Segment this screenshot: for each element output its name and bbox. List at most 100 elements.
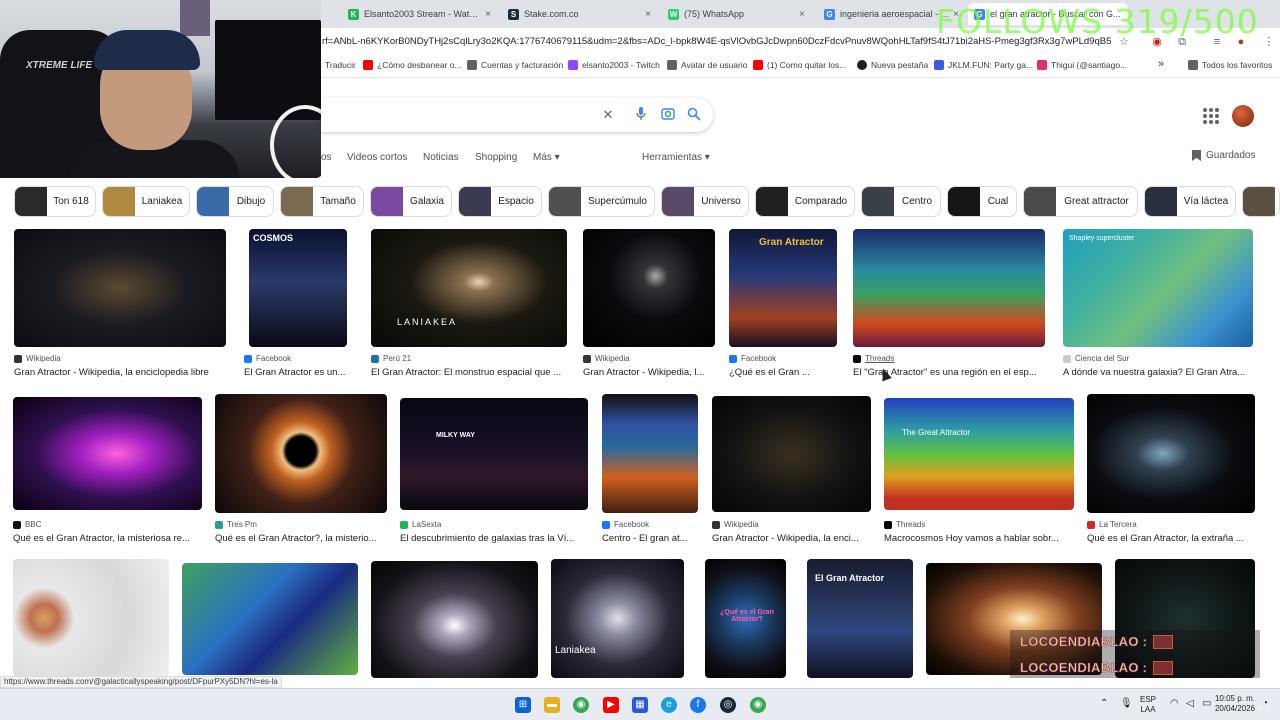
- result-title[interactable]: A dónde va nuestra galaxia? El Gran Atra…: [1063, 367, 1255, 378]
- store-icon[interactable]: ▦: [632, 697, 648, 713]
- tab-close-icon[interactable]: ×: [642, 9, 654, 20]
- result-title[interactable]: Qué es el Gran Atractor, la misteriosa r…: [13, 533, 201, 544]
- browser-tab[interactable]: W (75) WhatsApp ×: [662, 3, 814, 25]
- result-image[interactable]: [182, 563, 358, 675]
- tab-shopping[interactable]: Shopping: [475, 152, 517, 163]
- clock[interactable]: 10:05 p. m. 20/04/2026: [1210, 694, 1260, 714]
- chip[interactable]: Tamaño: [280, 186, 364, 217]
- result-title[interactable]: El Gran Atractor: El monstruo espacial q…: [371, 367, 569, 378]
- result-image[interactable]: MILKY WAY: [400, 398, 588, 510]
- result-title[interactable]: Gran Atractor - Wikipedia, la enci...: [712, 533, 868, 544]
- chip[interactable]: Galaxia: [370, 186, 452, 217]
- search-icon[interactable]: [686, 107, 702, 123]
- chip[interactable]: Centro: [861, 186, 941, 217]
- result-image[interactable]: [853, 229, 1045, 347]
- result-image[interactable]: [712, 396, 871, 512]
- result-title[interactable]: El Gran Atractor es un...: [244, 367, 354, 378]
- result-source[interactable]: Facebook: [244, 354, 291, 363]
- result-source[interactable]: Wikipedia: [14, 354, 61, 363]
- windows-start-icon[interactable]: ⊞: [515, 697, 531, 713]
- voice-search-icon[interactable]: [633, 107, 649, 123]
- result-source[interactable]: Facebook: [729, 354, 776, 363]
- result-image[interactable]: [215, 394, 387, 513]
- result-image[interactable]: Laniakea: [551, 559, 684, 678]
- tab-close-icon[interactable]: ×: [482, 9, 494, 20]
- result-image[interactable]: Gran Atractor: [729, 229, 837, 347]
- bookmark-item[interactable]: Avatar de usuario: [667, 60, 747, 70]
- chip[interactable]: Vía láctea: [1144, 186, 1236, 217]
- chip[interactable]: Ton 618: [14, 186, 96, 217]
- result-source[interactable]: Wikipedia: [712, 520, 759, 529]
- facebook-icon[interactable]: f: [690, 697, 706, 713]
- result-source[interactable]: BBC: [13, 520, 41, 529]
- avatar[interactable]: [1232, 105, 1254, 127]
- tab-more[interactable]: Más ▾: [533, 152, 560, 163]
- tab-news[interactable]: Noticias: [423, 152, 459, 163]
- result-image[interactable]: LANIAKEA: [371, 229, 567, 347]
- file-explorer-icon[interactable]: ▬: [544, 697, 560, 713]
- result-source[interactable]: Ciencia del Sur: [1063, 354, 1129, 363]
- lens-search-icon[interactable]: [660, 107, 676, 123]
- mic-tray-icon[interactable]: 🎙: [1120, 699, 1133, 709]
- result-title[interactable]: ¿Qué es el Gran ...: [729, 367, 839, 378]
- tab-short-videos[interactable]: Videos cortos: [347, 152, 407, 163]
- bookmark-item[interactable]: Nueva pestaña: [857, 60, 928, 70]
- browser-tab[interactable]: S Stake.com.co ×: [502, 3, 660, 25]
- tab-close-icon[interactable]: ×: [796, 9, 808, 20]
- bookmark-item[interactable]: JKLM.FUN: Party ga...: [934, 60, 1033, 70]
- youtube-icon[interactable]: ▶: [603, 697, 619, 713]
- result-source[interactable]: LaSexta: [400, 520, 441, 529]
- steam-icon[interactable]: ◎: [720, 697, 736, 713]
- result-title[interactable]: Centro - El gran at...: [602, 533, 700, 544]
- result-title[interactable]: Qué es el Gran Atractor, la extraña ...: [1087, 533, 1255, 544]
- result-image[interactable]: The Great Attractor: [884, 398, 1074, 510]
- bookmark-item[interactable]: Cuentas y facturación: [467, 60, 563, 70]
- result-title[interactable]: El descubrimiento de galaxias tras la Ví…: [400, 533, 588, 544]
- bookmark-item[interactable]: elsanto2003 - Twitch: [568, 60, 660, 70]
- chip[interactable]: Comparado: [755, 186, 855, 217]
- bookmark-item[interactable]: Todos los favoritos: [1188, 60, 1272, 70]
- chevron-up-icon[interactable]: ⌃: [1100, 699, 1108, 709]
- tools-button[interactable]: Herramientas ▾: [642, 152, 710, 163]
- result-image[interactable]: [14, 229, 226, 347]
- result-image[interactable]: El Gran Atractor: [807, 559, 913, 678]
- bookmark-item[interactable]: ¿Cómo desbanear o...: [363, 60, 462, 70]
- chip[interactable]: Great attractor: [1023, 186, 1138, 217]
- result-image[interactable]: [13, 559, 169, 677]
- result-image[interactable]: [1087, 394, 1255, 513]
- chip[interactable]: Cual: [947, 186, 1017, 217]
- result-image[interactable]: [583, 229, 715, 347]
- result-title[interactable]: Qué es el Gran Atractor?, la misterio...: [215, 533, 385, 544]
- edge-icon[interactable]: e: [661, 697, 677, 713]
- result-source[interactable]: La Tercera: [1087, 520, 1137, 529]
- result-title[interactable]: Macrocosmos Hoy vamos a hablar sobr...: [884, 533, 1072, 544]
- bookmark-item[interactable]: Thigui (@santiago...: [1037, 60, 1127, 70]
- result-image[interactable]: [602, 394, 698, 513]
- chip[interactable]: Universo: [661, 186, 749, 217]
- saved-button[interactable]: Guardados: [1192, 150, 1255, 161]
- chrome-icon[interactable]: ◉: [750, 697, 766, 713]
- result-source[interactable]: Tres Pm: [215, 520, 257, 529]
- bookmark-item[interactable]: (1) Como quitar los...: [753, 60, 846, 70]
- result-image[interactable]: [13, 397, 202, 510]
- speaker-icon[interactable]: ◁: [1186, 699, 1194, 709]
- clear-icon[interactable]: ✕: [600, 107, 616, 123]
- wifi-icon[interactable]: ◠: [1170, 699, 1179, 709]
- chrome-icon[interactable]: ◉: [573, 697, 589, 713]
- result-title[interactable]: Gran Atractor - Wikipedia, l...: [583, 367, 711, 378]
- browser-tab[interactable]: K Elsanto2003 Stream - Watch Li... ×: [342, 3, 500, 25]
- tab-all[interactable]: os: [321, 152, 332, 163]
- notification-bell-icon[interactable]: ◔: [1262, 699, 1268, 709]
- search-input[interactable]: ✕: [321, 98, 713, 132]
- result-source[interactable]: Threads: [853, 354, 894, 363]
- chip[interactable]: [1242, 186, 1280, 217]
- menu-icon[interactable]: ⋮: [1262, 35, 1276, 49]
- result-source[interactable]: Wikipedia: [583, 354, 630, 363]
- bookmarks-overflow-button[interactable]: »: [1158, 58, 1164, 70]
- google-apps-icon[interactable]: [1203, 108, 1219, 124]
- chip[interactable]: Supercúmulo: [548, 186, 655, 217]
- result-title[interactable]: Gran Atractor - Wikipedia, la encicloped…: [14, 367, 228, 378]
- language-indicator[interactable]: ESP LAA: [1140, 695, 1156, 715]
- chip[interactable]: Espacio: [458, 186, 542, 217]
- result-source[interactable]: Facebook: [602, 520, 649, 529]
